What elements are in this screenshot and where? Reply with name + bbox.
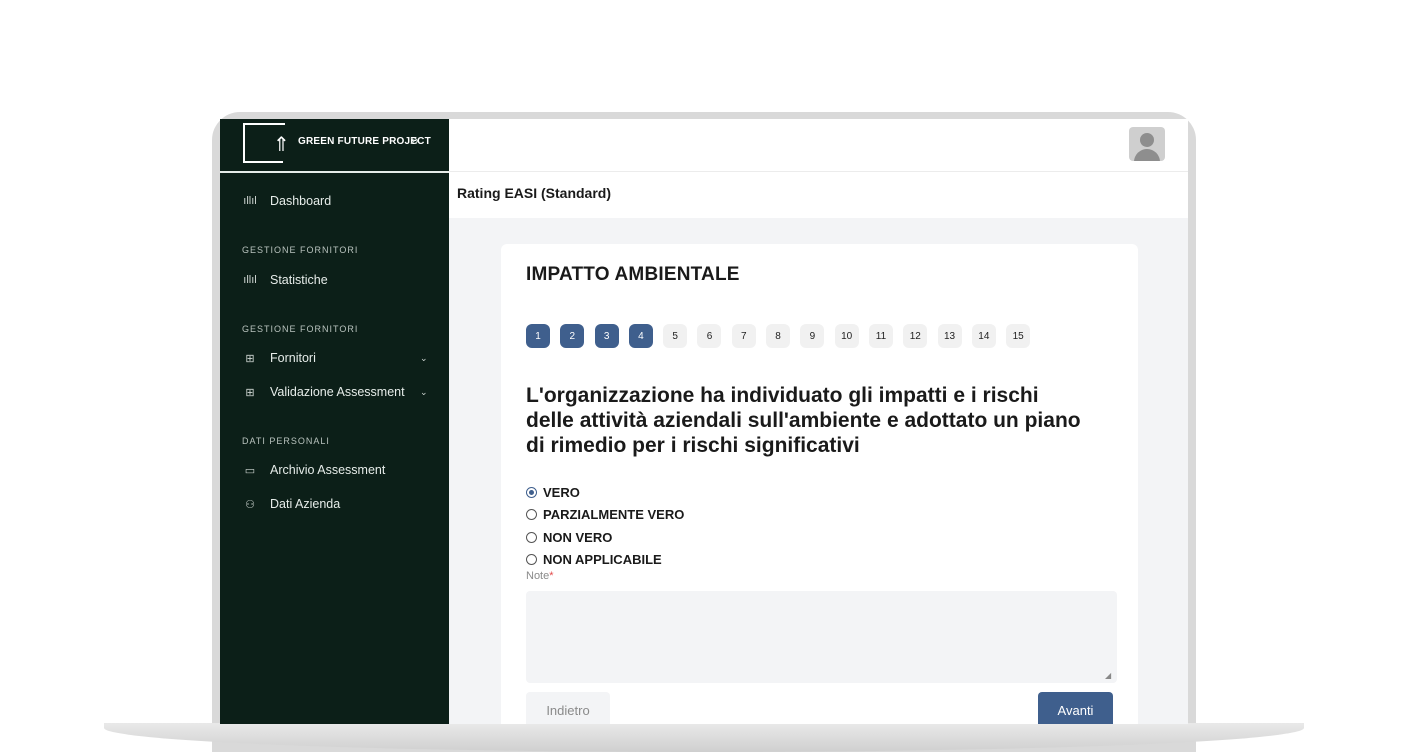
users-icon: ⚇ [245,498,255,511]
step-15[interactable]: 15 [1006,324,1031,348]
option-vero[interactable]: VERO [526,481,684,504]
note-label: Note* [526,570,554,582]
sidebar-item-label: Dati Azienda [270,497,341,511]
section-label-dati-personali: DATI PERSONALI [242,436,330,446]
section-title: IMPATTO AMBIENTALE [526,264,740,285]
radio-button[interactable] [526,531,537,543]
sidebar-item-label: Validazione Assessment [270,385,405,399]
section-label-gestione-fornitori: GESTIONE FORNITORI [242,324,359,334]
step-12[interactable]: 12 [903,324,928,348]
sidebar-item-archivio[interactable]: ▭ Archivio Assessment [242,460,386,480]
folder-icon: ▭ [244,464,256,477]
step-7[interactable]: 7 [731,324,756,348]
step-4[interactable]: 4 [628,324,653,348]
sidebar-item-dashboard[interactable]: ıllıl Dashboard [242,191,331,211]
chevron-down-icon: ⌄ [420,352,428,363]
option-label: NON APPLICABILE [543,552,662,568]
sidebar-item-label: Statistiche [270,273,328,287]
sidebar-item-label: Fornitori [270,351,316,365]
sidebar-item-azienda[interactable]: ⚇ Dati Azienda [242,494,340,514]
top-bar [449,119,1188,172]
step-navigator: 1 2 3 4 5 6 7 8 9 10 11 12 13 14 15 [526,324,1040,348]
user-avatar-icon[interactable] [1129,127,1165,161]
sidebar-item-validazione[interactable]: ⊞ Validazione Assessment ⌄ [242,382,432,402]
app-screen: ⇑ GREEN FUTURE PROJECT » ıllıl Dashboard… [220,119,1188,724]
answer-options: VERO PARZIALMENTE VERO NON VERO NON APPL… [526,481,684,571]
step-11[interactable]: 11 [868,324,893,348]
step-13[interactable]: 13 [937,324,962,348]
step-3[interactable]: 3 [594,324,619,348]
step-8[interactable]: 8 [766,324,791,348]
step-5[interactable]: 5 [663,324,688,348]
assessment-card: IMPATTO AMBIENTALE 1 2 3 4 5 6 7 8 9 10 … [501,244,1138,724]
section-label-gestione-fornitori: GESTIONE FORNITORI [242,245,359,255]
step-14[interactable]: 14 [971,324,996,348]
sidebar: ⇑ GREEN FUTURE PROJECT » ıllıl Dashboard… [220,119,449,724]
back-button[interactable]: Indietro [526,692,610,724]
page-header: Rating EASI (Standard) [449,172,1188,218]
page-title: Rating EASI (Standard) [457,185,612,201]
note-label-text: Note [526,570,550,582]
sidebar-item-label: Dashboard [270,194,332,208]
step-6[interactable]: 6 [697,324,722,348]
question-text: L'organizzazione ha individuato gli impa… [526,384,1081,457]
step-10[interactable]: 10 [834,324,859,348]
bar-chart-icon: ıllıl [243,274,257,286]
option-non-applicabile[interactable]: NON APPLICABILE [526,549,684,572]
option-label: NON VERO [543,529,613,545]
sidebar-item-statistiche[interactable]: ıllıl Statistiche [242,270,328,290]
radio-button[interactable] [526,486,537,498]
next-button[interactable]: Avanti [1038,692,1113,724]
radio-button[interactable] [526,554,537,566]
step-2[interactable]: 2 [560,324,585,348]
resize-handle-icon[interactable]: ◢ [1105,671,1111,680]
tree-logo-icon: ⇑ [273,134,290,156]
supplier-icon: ⊞ [245,352,255,365]
option-parzialmente-vero[interactable]: PARZIALMENTE VERO [526,504,684,527]
brand-header: ⇑ GREEN FUTURE PROJECT » [220,119,449,173]
required-marker: * [549,570,554,582]
step-9[interactable]: 9 [800,324,825,348]
double-chevron-right-icon[interactable]: » [410,132,419,150]
sidebar-item-label: Archivio Assessment [270,463,386,477]
option-label: PARZIALMENTE VERO [543,507,685,523]
note-textarea[interactable] [526,591,1117,683]
bar-chart-icon: ıllıl [243,195,257,207]
sidebar-item-fornitori[interactable]: ⊞ Fornitori ⌄ [242,348,432,368]
option-label: VERO [543,484,580,500]
supplier-icon: ⊞ [245,386,255,399]
radio-button[interactable] [526,509,537,521]
chevron-down-icon: ⌄ [420,386,428,397]
step-1[interactable]: 1 [526,324,550,348]
option-non-vero[interactable]: NON VERO [526,526,684,549]
